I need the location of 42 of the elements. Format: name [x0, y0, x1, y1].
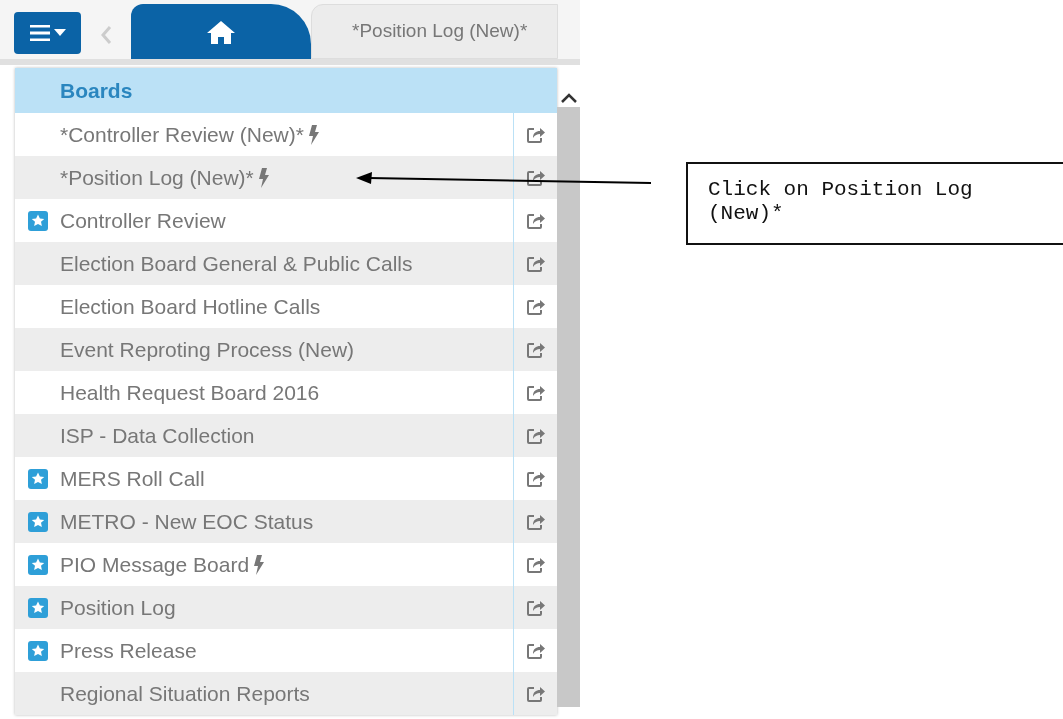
board-name: Position Log — [60, 594, 176, 621]
menu-item[interactable]: Controller Review — [15, 199, 557, 242]
board-name: Election Board General & Public Calls — [60, 250, 413, 277]
home-icon — [206, 18, 236, 45]
board-name: Health Request Board 2016 — [60, 379, 320, 406]
board-name: METRO - New EOC Status — [60, 508, 314, 535]
menu-item[interactable]: *Controller Review (New)* — [15, 113, 557, 156]
home-tab[interactable] — [131, 4, 311, 59]
menu-button[interactable] — [14, 12, 81, 54]
board-name: PIO Message Board — [60, 551, 250, 578]
menu-item[interactable]: ISP - Data Collection — [15, 414, 557, 457]
lightning-icon — [253, 554, 266, 575]
menu-item[interactable]: Election Board General & Public Calls — [15, 242, 557, 285]
board-name: ISP - Data Collection — [60, 422, 255, 449]
lightning-icon — [307, 124, 320, 145]
menu-item[interactable]: *Position Log (New)* — [15, 156, 557, 199]
board-name: *Position Log (New)* — [60, 164, 254, 191]
caret-icon — [53, 29, 66, 37]
board-name: Press Release — [60, 637, 197, 664]
menu-item[interactable]: Press Release — [15, 629, 557, 672]
tab[interactable]: *Position Log (New)* — [311, 4, 559, 59]
menu-item[interactable]: MERS Roll Call — [15, 457, 557, 500]
menu-item[interactable]: PIO Message Board — [15, 543, 557, 586]
menu-item[interactable]: METRO - New EOC Status — [15, 500, 557, 543]
board-name: MERS Roll Call — [60, 465, 205, 492]
scroll-up-icon[interactable] — [561, 93, 577, 103]
menu-item[interactable]: Position Log — [15, 586, 557, 629]
board-name: *Controller Review (New)* — [60, 121, 304, 148]
menu-icon — [29, 25, 50, 41]
callout-text: Click on Position Log (New)* — [686, 162, 1063, 245]
menu-item[interactable]: Regional Situation Reports — [15, 672, 557, 715]
board-name: Event Reproting Process (New) — [60, 336, 355, 363]
board-name: Regional Situation Reports — [60, 680, 310, 707]
scrollbar-thumb[interactable] — [557, 107, 580, 707]
board-name: Election Board Hotline Calls — [60, 293, 321, 320]
lightning-icon — [257, 167, 270, 188]
menu-item[interactable]: Election Board Hotline Calls — [15, 285, 557, 328]
menu-item[interactable]: Health Request Board 2016 — [15, 371, 557, 414]
menu-header: Boards — [15, 68, 557, 113]
menu-item[interactable]: Event Reproting Process (New) — [15, 328, 557, 371]
share-icon[interactable] — [525, 168, 546, 187]
board-name: Controller Review — [60, 207, 226, 234]
